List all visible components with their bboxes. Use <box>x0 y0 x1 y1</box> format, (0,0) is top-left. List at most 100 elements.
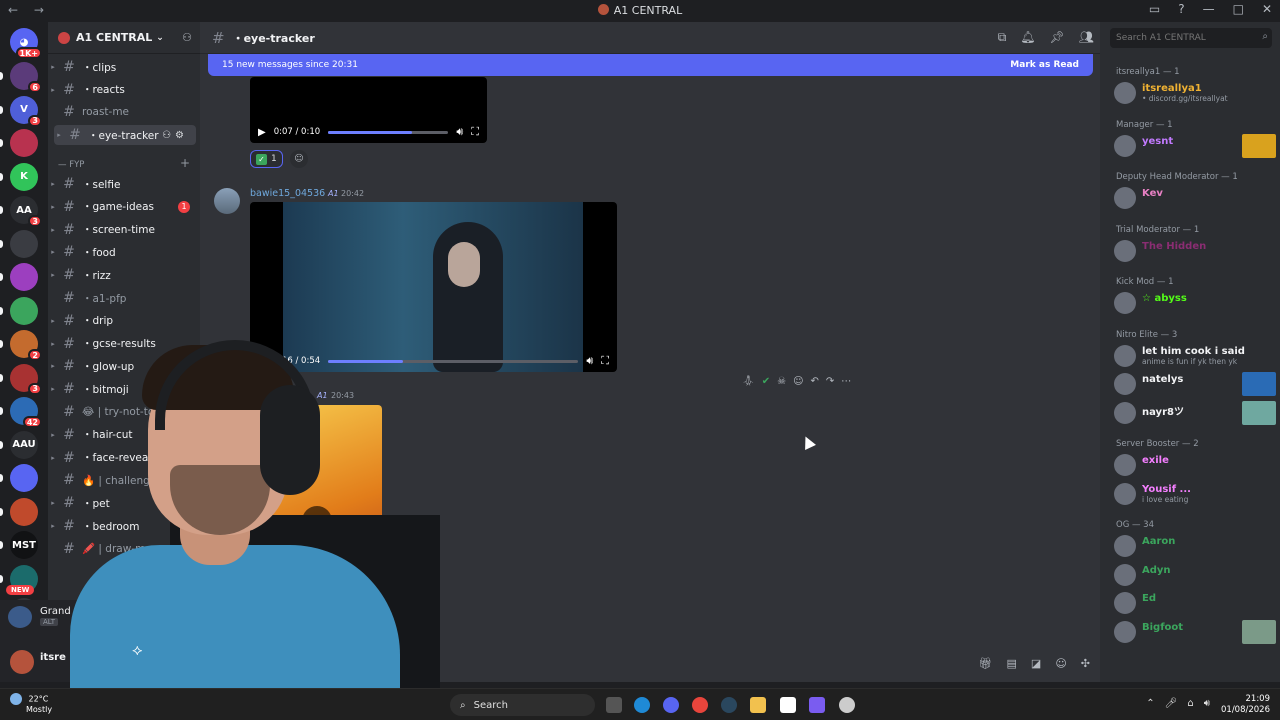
pin-icon[interactable]: 📌︎ <box>1050 30 1065 45</box>
edge-icon[interactable] <box>634 697 650 713</box>
server-badge: 3 <box>28 215 42 227</box>
volume-icon[interactable]: 🔊︎ <box>586 354 593 368</box>
member-item[interactable]: itsreallya1 • discord.gg/itsreallyat <box>1112 81 1276 105</box>
play-icon[interactable]: ▶ <box>258 127 266 138</box>
obs-icon[interactable] <box>839 697 855 713</box>
member-item[interactable]: Adyn <box>1112 563 1276 587</box>
channel-item[interactable]: ▸ # ・clips <box>48 57 200 77</box>
category-header[interactable]: — FYP <box>58 160 84 170</box>
member-item[interactable]: ☆ abyss <box>1112 291 1276 315</box>
copilot-icon[interactable] <box>809 697 825 713</box>
invite-people-icon[interactable]: ⚇ <box>182 31 192 44</box>
search-input[interactable] <box>1110 28 1272 48</box>
server-icon[interactable] <box>10 464 38 492</box>
member-item[interactable]: exile <box>1112 453 1276 477</box>
mark-as-read-button[interactable]: Mark as Read <box>1010 60 1079 70</box>
fullscreen-icon[interactable]: ⛶ <box>471 125 479 139</box>
members-toggle-icon[interactable]: 👥︎ <box>1079 30 1094 45</box>
server-icon[interactable]: AA 3 <box>10 196 42 227</box>
channel-item[interactable]: ▸ # ・selfie <box>48 174 200 194</box>
close-button[interactable]: ✕ <box>1262 2 1272 16</box>
file-explorer-icon[interactable] <box>750 697 766 713</box>
help-icon[interactable]: ? <box>1178 2 1184 16</box>
chevron-up-icon[interactable]: ⌃ <box>1146 698 1154 709</box>
server-icon[interactable]: V3 <box>10 95 42 127</box>
server-icon[interactable] <box>10 229 38 258</box>
reaction-check[interactable]: ✓ 1 <box>250 150 283 168</box>
taskbar-clock[interactable]: 21:09 01/08/2026 <box>1221 694 1270 716</box>
add-reaction-icon[interactable]: ☺ <box>793 376 803 387</box>
server-icon[interactable]: 3 <box>10 363 42 395</box>
discord-taskbar-icon[interactable] <box>663 697 679 713</box>
member-item[interactable]: Kev <box>1112 186 1276 210</box>
network-icon[interactable]: ⌂ <box>1187 698 1193 709</box>
channel-item[interactable]: ▸ # ・eye-tracker ⚇⚙ <box>54 125 196 146</box>
emoji-icon[interactable]: ☺ <box>1055 657 1066 670</box>
mic-icon[interactable]: 🎤︎ <box>1165 698 1178 709</box>
channel-item[interactable]: ▸ # ・rizz <box>48 265 200 285</box>
skull-emoji-icon[interactable]: ☠ <box>777 376 786 387</box>
add-reaction-button[interactable]: ☺ <box>290 150 308 168</box>
member-item[interactable]: Yousif ... i love eating <box>1112 482 1276 506</box>
channel-item[interactable]: ▸ # ・food <box>48 242 200 262</box>
server-icon[interactable]: 6 <box>10 62 42 93</box>
server-header[interactable]: A1 CENTRAL ⌄ ⚇ <box>48 22 200 54</box>
fullscreen-icon[interactable]: ⛶ <box>601 354 609 368</box>
volume-icon[interactable]: 🔊︎ <box>1204 698 1210 709</box>
minimize-button[interactable]: — <box>1203 2 1215 16</box>
volume-icon[interactable]: 🔊︎ <box>456 125 463 139</box>
taskbar-search[interactable]: ⌕ Search <box>450 694 595 716</box>
sticker-icon[interactable]: ◪ <box>1031 657 1041 670</box>
message-author[interactable]: bawie15_04536 <box>250 188 325 199</box>
unread-pill <box>0 306 3 315</box>
channel-item[interactable]: ▸ # ・reacts <box>48 80 200 100</box>
pray-emoji-icon[interactable]: 🙏︎ <box>742 376 755 387</box>
server-icon[interactable] <box>10 263 38 291</box>
add-channel-icon[interactable]: + <box>180 156 190 170</box>
server-icon[interactable] <box>10 497 38 526</box>
server-icon[interactable]: K <box>10 162 38 191</box>
gift-icon[interactable]: 🎁︎ <box>979 657 993 670</box>
server-icon[interactable]: 42 <box>10 397 42 428</box>
channel-item[interactable]: ▸ # ・game-ideas 1 <box>48 197 200 217</box>
server-icon[interactable]: MST <box>10 531 38 559</box>
bell-icon[interactable]: 🔔︎ <box>1020 30 1035 45</box>
reply-icon[interactable]: ↶ <box>811 376 819 387</box>
member-item[interactable]: let him cook i said anime is fun if yk th… <box>1112 344 1276 368</box>
check-emoji-icon[interactable]: ✔ <box>762 376 770 387</box>
video-progress[interactable] <box>328 130 449 134</box>
inbox-icon[interactable]: ▭ <box>1149 2 1160 16</box>
channel-item[interactable]: # ・a1-pfp <box>48 288 200 308</box>
apps-icon[interactable]: ✣ <box>1081 657 1090 670</box>
channel-settings-icon[interactable]: ⚇⚙ <box>162 130 188 141</box>
forward-icon[interactable]: ↷ <box>826 376 834 387</box>
threads-icon[interactable]: ⧉ <box>998 30 1007 45</box>
member-item[interactable]: The Hidden <box>1112 239 1276 263</box>
steam-icon[interactable] <box>721 697 737 713</box>
weather-widget[interactable]: 22°C Mostly <box>10 693 52 714</box>
more-icon[interactable]: ⋯ <box>841 376 851 387</box>
channel-item[interactable]: # roast-me <box>48 102 200 122</box>
member-item[interactable]: nayr8ツ <box>1112 400 1276 425</box>
capcut-icon[interactable] <box>780 697 796 713</box>
channel-item[interactable]: ▸ # ・screen-time <box>48 220 200 240</box>
new-messages-banner[interactable]: 15 new messages since 20:31 Mark as Read <box>208 54 1093 76</box>
video-player[interactable]: ▶ 0:07 / 0:10 🔊︎ ⛶ <box>250 77 487 143</box>
chrome-icon[interactable] <box>692 697 708 713</box>
server-icon[interactable]: AAU <box>10 430 38 459</box>
avatar[interactable] <box>214 188 240 214</box>
gif-icon[interactable]: ▤ <box>1007 657 1017 670</box>
member-item[interactable]: yesnt <box>1112 133 1276 158</box>
member-item[interactable]: Ed <box>1112 591 1276 615</box>
member-item[interactable]: Aaron <box>1112 534 1276 558</box>
member-item[interactable]: Bigfoot <box>1112 619 1276 644</box>
avatar[interactable] <box>10 650 34 674</box>
server-icon[interactable] <box>10 129 38 157</box>
home-button[interactable]: ◕ 1K+ <box>10 28 42 59</box>
task-view-icon[interactable] <box>606 697 622 713</box>
server-icon[interactable]: 2 <box>10 330 42 361</box>
channel-item[interactable]: ▸ # ・drip <box>48 311 200 331</box>
maximize-button[interactable]: □ <box>1233 2 1244 16</box>
server-icon[interactable] <box>10 296 38 325</box>
member-item[interactable]: natelys <box>1112 372 1276 396</box>
